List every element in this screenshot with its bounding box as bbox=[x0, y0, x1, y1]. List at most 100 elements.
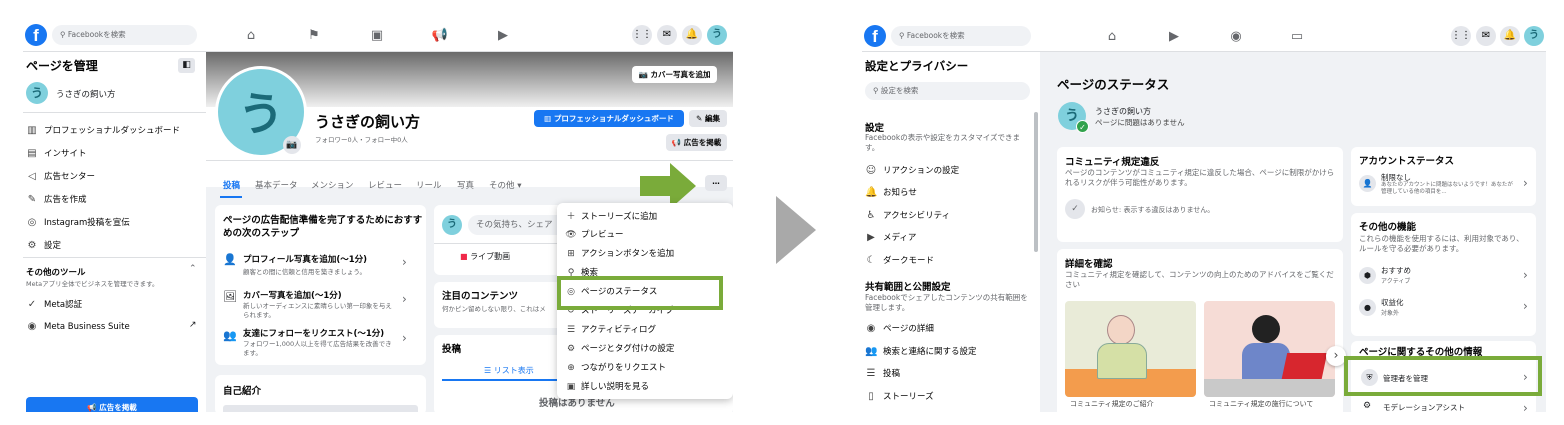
menu-item-tag-settings[interactable]: ⚙ ページとタグ付けの設定 bbox=[565, 342, 674, 354]
community-standards-illustration[interactable] bbox=[1065, 301, 1196, 397]
check-circle-icon: ✓ bbox=[1065, 199, 1085, 219]
next-steps-card: ページの広告配信準備を完了するためにおすすめの次のステップ 👤 プロフィール写真… bbox=[215, 205, 426, 365]
learn-sub: コミュニティ規定を確認して、コンテンツの向上のためのアドバイスをご覧ください bbox=[1065, 270, 1334, 289]
menu-item-add-story[interactable]: ＋ストーリーズに追加 bbox=[565, 209, 657, 222]
sidebar-scrollbar[interactable] bbox=[1034, 112, 1038, 252]
step-title[interactable]: プロフィール写真を追加(〜1分) bbox=[243, 253, 367, 265]
step-title[interactable]: カバー写真を追加(〜1分) bbox=[243, 289, 342, 301]
tab-more[interactable]: その他 ▾ bbox=[489, 179, 521, 191]
menu-item-learn-more[interactable]: ▣ 詳しい説明を見る bbox=[565, 380, 649, 392]
menu-item-add-action-button[interactable]: ⊞ アクションボタンを追加 bbox=[565, 247, 674, 259]
sidebar-item-notifications[interactable]: 🔔 お知らせ bbox=[865, 186, 917, 198]
collapse-sidebar-icon[interactable]: ◧ bbox=[178, 58, 195, 73]
page-details-icon: ◉ bbox=[866, 323, 876, 334]
menu-item-activity-log[interactable]: ☰ アクティビティログ bbox=[565, 323, 656, 335]
menu-item-preview[interactable]: 👁 プレビュー bbox=[565, 228, 623, 240]
search-input[interactable]: ⚲ Facebookを検索 bbox=[52, 25, 197, 45]
sidebar-item-dashboard[interactable]: ▥ プロフェッショナルダッシュボード bbox=[26, 124, 180, 136]
facebook-logo-icon[interactable]: f bbox=[25, 24, 47, 46]
friends-icon: 👥 bbox=[223, 329, 237, 342]
tab-mentions[interactable]: メンション bbox=[311, 179, 354, 191]
flag-icon[interactable]: ⚑ bbox=[304, 26, 324, 46]
media-icon: ▶ bbox=[867, 232, 875, 243]
sidebar-item-media[interactable]: ▶ メディア bbox=[865, 231, 916, 243]
megaphone-icon[interactable]: 📢 bbox=[430, 26, 450, 46]
sidebar-item-dark-mode[interactable]: ☾ ダークモード bbox=[865, 254, 935, 266]
intro-button[interactable] bbox=[223, 405, 418, 412]
chevron-right-icon[interactable]: › bbox=[1523, 176, 1528, 190]
promote-button[interactable]: 📢 広告を掲載 bbox=[26, 397, 198, 412]
menu-grid-icon[interactable]: ⋮⋮ bbox=[632, 25, 652, 45]
feature-title[interactable]: 収益化 bbox=[1381, 297, 1404, 308]
chevron-right-icon[interactable]: › bbox=[402, 255, 407, 269]
step-title[interactable]: 友達にフォローをリクエスト(〜1分) bbox=[243, 327, 384, 339]
sidebar-item-create-ad[interactable]: ✎ 広告を作成 bbox=[26, 193, 87, 205]
bell-icon[interactable]: 🔔 bbox=[1500, 26, 1520, 46]
page-name[interactable]: うさぎの飼い方 bbox=[56, 88, 116, 100]
page-avatar[interactable]: う bbox=[26, 82, 48, 104]
sidebar-item-ad-center[interactable]: ◁ 広告センター bbox=[26, 170, 95, 182]
search-input[interactable]: ⚲ Facebookを検索 bbox=[891, 26, 1031, 46]
tab-photos[interactable]: 写真 bbox=[457, 179, 474, 191]
enforcement-illustration[interactable] bbox=[1204, 301, 1335, 397]
sidebar-item-instagram[interactable]: ◎ Instagram投稿を宣伝 bbox=[26, 216, 130, 228]
section-title: 設定 bbox=[865, 123, 885, 134]
home-icon[interactable]: ⌂ bbox=[241, 26, 261, 46]
more-options-button[interactable]: … bbox=[705, 175, 727, 191]
tab-about[interactable]: 基本データ bbox=[255, 179, 298, 191]
sidebar-title: ページを管理 bbox=[26, 59, 98, 73]
chevron-right-icon[interactable]: › bbox=[402, 331, 407, 345]
sidebar-item-reactions[interactable]: ☺ リアクションの設定 bbox=[865, 164, 959, 176]
sidebar-item-settings[interactable]: ⚙ 設定 bbox=[26, 239, 62, 251]
settings-search-input[interactable]: ⚲ 設定を検索 bbox=[865, 82, 1030, 100]
moderation-assist-item[interactable]: モデレーションアシスト bbox=[1383, 402, 1465, 412]
dashboard-button[interactable]: ▥ プロフェッショナルダッシュボード bbox=[534, 110, 684, 127]
promote-ad-button[interactable]: 📢 広告を掲載 bbox=[666, 134, 727, 151]
megaphone-icon: ◁ bbox=[28, 171, 36, 182]
live-video-button[interactable]: ■ ライブ動画 bbox=[460, 251, 510, 262]
menu-item-request-connection[interactable]: ⊕ つながりをリクエスト bbox=[565, 361, 666, 373]
facebook-logo-icon[interactable]: f bbox=[864, 25, 886, 47]
sidebar-item-meta-verified[interactable]: ✓ Meta認証 bbox=[26, 298, 82, 310]
recommend-icon: ⬢ bbox=[1359, 267, 1376, 284]
bell-icon[interactable]: 🔔 bbox=[682, 25, 702, 45]
menu-grid-icon[interactable]: ⋮⋮ bbox=[1451, 26, 1471, 46]
chevron-right-icon[interactable]: › bbox=[1523, 401, 1528, 412]
avatar[interactable]: う bbox=[1524, 26, 1544, 46]
chevron-right-icon[interactable]: › bbox=[402, 292, 407, 306]
posts-title: 投稿 bbox=[442, 344, 462, 355]
chevron-up-icon[interactable]: ⌃ bbox=[189, 264, 197, 274]
sidebar-item-page-details[interactable]: ◉ ページの詳細 bbox=[865, 322, 934, 334]
video-icon[interactable]: ▶ bbox=[1164, 27, 1184, 47]
ads-icon[interactable]: ▣ bbox=[367, 26, 387, 46]
account-status-card: アカウントステータス 👤 制限なし あなたのアカウントに問題はないようです！あな… bbox=[1351, 147, 1536, 206]
chevron-right-icon[interactable]: › bbox=[1523, 268, 1528, 282]
video-icon[interactable]: ▶ bbox=[493, 26, 513, 46]
carousel-next-button[interactable]: › bbox=[1326, 346, 1346, 366]
tab-posts[interactable]: 投稿 bbox=[223, 179, 240, 191]
sidebar-item-search-contact[interactable]: 👥 検索と連絡に関する設定 bbox=[865, 345, 977, 357]
illustration-caption: コミュニティ規定の施行について bbox=[1204, 397, 1335, 411]
messenger-icon[interactable]: ✉ bbox=[657, 25, 677, 45]
messenger-icon[interactable]: ✉ bbox=[1476, 26, 1496, 46]
sidebar-item-posts[interactable]: ☰ 投稿 bbox=[865, 367, 901, 379]
gaming-icon[interactable]: ▭ bbox=[1287, 27, 1307, 47]
avatar[interactable]: う bbox=[707, 25, 727, 45]
chevron-right-icon[interactable]: › bbox=[1523, 299, 1528, 313]
home-icon[interactable]: ⌂ bbox=[1102, 27, 1122, 47]
feature-title[interactable]: おすすめ bbox=[1381, 265, 1411, 276]
edit-button[interactable]: ✎ 編集 bbox=[689, 110, 727, 127]
step-sub: 新しいオーディエンスに素晴らしい第一印象を与えられます。 bbox=[243, 302, 392, 319]
add-cover-button[interactable]: 📷 カバー写真を追加 bbox=[632, 66, 717, 83]
left-screenshot: f ⚲ Facebookを検索 ⌂ ⚑ ▣ 📢 ▶ ⋮⋮ ✉ 🔔 う ページを管… bbox=[23, 20, 733, 412]
sidebar-item-accessibility[interactable]: ♿ アクセシビリティ bbox=[865, 209, 951, 221]
sidebar-item-insights[interactable]: ▤ インサイト bbox=[26, 147, 86, 159]
tab-reels[interactable]: リール bbox=[416, 179, 442, 191]
list-view-tab[interactable]: ☰ リスト表示 bbox=[484, 365, 534, 376]
sidebar-item-stories[interactable]: ▯ ストーリーズ bbox=[865, 390, 933, 402]
accessibility-icon: ♿ bbox=[866, 210, 876, 221]
groups-icon[interactable]: ◉ bbox=[1226, 27, 1246, 47]
camera-icon[interactable]: 📷 bbox=[283, 136, 301, 154]
tab-reviews[interactable]: レビュー bbox=[368, 179, 402, 191]
sidebar-item-business-suite[interactable]: ◉ Meta Business Suite bbox=[26, 321, 130, 332]
